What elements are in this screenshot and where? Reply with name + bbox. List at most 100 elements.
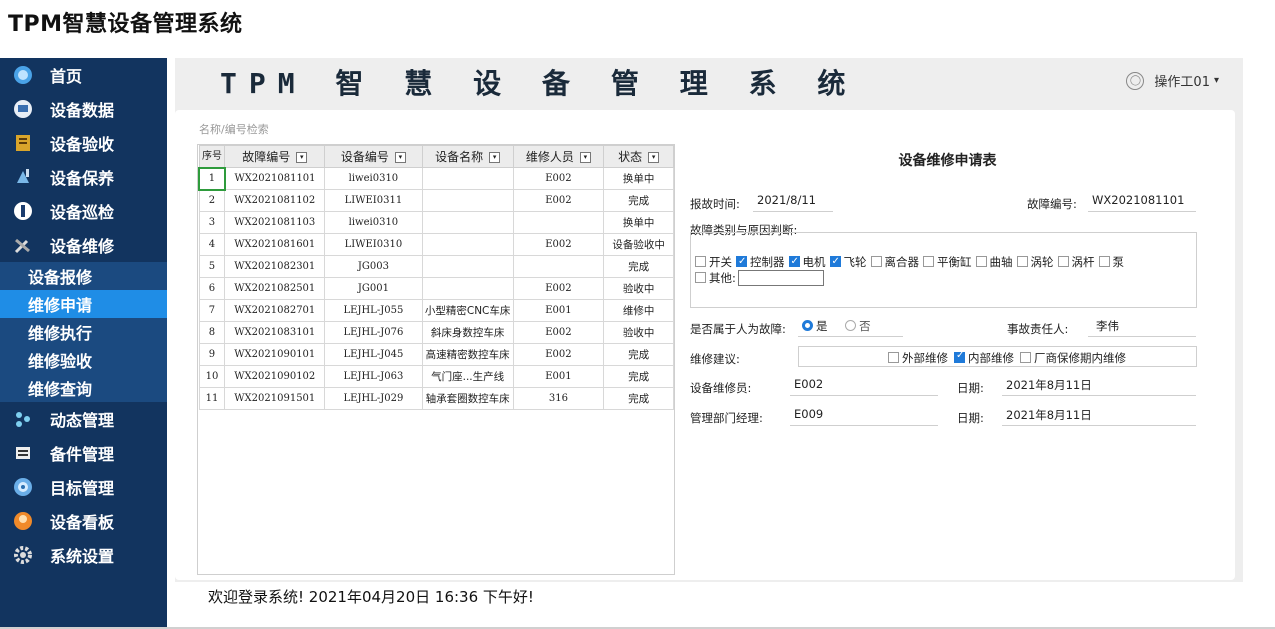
sidebar-sub-repair-query[interactable]: 维修查询 bbox=[0, 374, 167, 402]
fault-category-options: 开关控制器电机飞轮离合器平衡缸曲轴涡轮涡杆泵其他: bbox=[695, 254, 1195, 286]
sidebar-item-label: 系统设置 bbox=[50, 547, 115, 566]
table-cell: WX2021083101 bbox=[224, 321, 326, 344]
sidebar-sub-report[interactable]: 设备报修 bbox=[0, 262, 167, 290]
search-label[interactable]: 名称/编号检索 bbox=[199, 121, 269, 137]
checkbox[interactable] bbox=[788, 254, 800, 269]
sidebar-item-home[interactable]: 首页 bbox=[0, 58, 167, 92]
repairer-field[interactable]: E002 bbox=[790, 377, 938, 396]
responsible-field[interactable]: 李伟 bbox=[1088, 318, 1196, 337]
checkbox[interactable] bbox=[1020, 352, 1031, 363]
fault-category-option[interactable]: 离合器 bbox=[870, 255, 919, 269]
checkbox[interactable] bbox=[829, 254, 841, 269]
date2-field[interactable]: 2021年8月11日 bbox=[1002, 407, 1196, 426]
table-row[interactable]: 8 WX2021083101 LEJHL-J076 斜床身数控车床 E002 验收中 bbox=[198, 321, 674, 344]
table-cell: WX2021090102 bbox=[224, 365, 326, 388]
main-area: TPM 智 慧 设 备 管 理 系 统 ◯ 操作工01 ▾ 名称/编号检索 序号… bbox=[167, 58, 1275, 629]
filter-icon[interactable]: ▾ bbox=[296, 152, 308, 163]
table-cell: E002 bbox=[512, 321, 605, 344]
table-row[interactable]: 4 WX2021081601 LIWEI0310 E002 设备验收中 bbox=[198, 233, 674, 256]
table-row[interactable]: 11 WX2021091501 LEJHL-J029 轴承套圈数控车床 316 完成 bbox=[198, 387, 674, 410]
table-cell: 完成 bbox=[603, 255, 674, 278]
sidebar-sub-repair-execute[interactable]: 维修执行 bbox=[0, 318, 167, 346]
table-cell: LIWEI0310 bbox=[324, 233, 423, 256]
fault-category-option[interactable]: 电机 bbox=[788, 254, 826, 269]
table-cell bbox=[421, 167, 514, 190]
sidebar-item-spare-parts[interactable]: 备件管理 bbox=[0, 436, 167, 470]
fault-category-option[interactable]: 控制器 bbox=[736, 254, 785, 269]
col-header-status[interactable]: 状态 ▾ bbox=[603, 145, 674, 168]
filter-icon[interactable]: ▾ bbox=[648, 152, 660, 163]
suggestion-option[interactable]: 外部维修 bbox=[888, 351, 948, 365]
inspection-icon bbox=[12, 200, 34, 222]
table-cell: E002 bbox=[512, 277, 605, 300]
user-menu[interactable]: ◯ 操作工01 ▾ bbox=[1126, 71, 1219, 90]
suggestion-options: 外部维修内部维修厂商保修期内维修 bbox=[882, 350, 1126, 366]
sidebar-sub-repair-accept[interactable]: 维修验收 bbox=[0, 346, 167, 374]
fault-category-option[interactable]: 涡轮 bbox=[1016, 255, 1054, 269]
table-row[interactable]: 6 WX2021082501 JG001 E002 验收中 bbox=[198, 277, 674, 300]
manager-field[interactable]: E009 bbox=[790, 407, 938, 426]
fault-category-option[interactable]: 开关 bbox=[695, 255, 732, 269]
table-cell: LIWEI0311 bbox=[324, 189, 423, 212]
table-cell: LEJHL-J045 bbox=[324, 343, 423, 366]
checkbox[interactable] bbox=[1057, 256, 1069, 267]
col-header-fault-no[interactable]: 故障编号 ▾ bbox=[224, 145, 326, 168]
table-row[interactable]: 5 WX2021082301 JG003 完成 bbox=[198, 255, 674, 278]
human-no-radio[interactable] bbox=[845, 320, 857, 331]
checkbox[interactable] bbox=[736, 254, 747, 269]
dynamic-icon bbox=[12, 408, 34, 430]
checkbox[interactable] bbox=[888, 352, 899, 363]
fault-category-option[interactable]: 曲轴 bbox=[975, 255, 1013, 269]
date1-field[interactable]: 2021年8月11日 bbox=[1002, 377, 1196, 396]
sidebar-item-repair[interactable]: 设备维修 bbox=[0, 228, 167, 262]
checkbox[interactable] bbox=[870, 256, 882, 267]
checkbox[interactable] bbox=[1098, 256, 1110, 267]
sidebar-item-dynamic[interactable]: 动态管理 bbox=[0, 402, 167, 436]
human-fault-radio-group: 是 否 bbox=[798, 318, 903, 337]
fault-category-option[interactable]: 飞轮 bbox=[829, 254, 867, 269]
sidebar-item-maintenance[interactable]: 设备保养 bbox=[0, 160, 167, 194]
fault-no-field[interactable]: WX2021081101 bbox=[1088, 193, 1196, 212]
table-cell: WX2021082501 bbox=[224, 277, 326, 300]
checkbox[interactable] bbox=[954, 350, 965, 363]
checkbox[interactable] bbox=[695, 272, 706, 283]
col-header-index[interactable]: 序号 bbox=[198, 145, 226, 168]
human-yes-label: 是 bbox=[816, 319, 828, 333]
col-header-device-name[interactable]: 设备名称 ▾ bbox=[421, 145, 514, 168]
filter-icon[interactable]: ▾ bbox=[489, 152, 501, 163]
table-cell: 1 bbox=[198, 166, 226, 191]
checkbox[interactable] bbox=[975, 256, 987, 267]
table-row[interactable]: 10 WX2021090102 LEJHL-J063 气门座...生产线 E001 完成 bbox=[198, 365, 674, 388]
suggestion-option[interactable]: 内部维修 bbox=[954, 350, 1014, 365]
fault-category-option[interactable]: 涡杆 bbox=[1057, 255, 1095, 269]
table-row[interactable]: 3 WX2021081103 liwei0310 换单中 bbox=[198, 211, 674, 234]
fault-category-option[interactable]: 平衡缸 bbox=[923, 255, 972, 269]
checkbox[interactable] bbox=[1016, 256, 1028, 267]
sidebar-item-acceptance[interactable]: 设备验收 bbox=[0, 126, 167, 160]
table-row[interactable]: 9 WX2021090101 LEJHL-J045 高速精密数控车床 E002 完成 bbox=[198, 343, 674, 366]
table-row[interactable]: 7 WX2021082701 LEJHL-J055 小型精密CNC车床 E001 维修中 bbox=[198, 299, 674, 322]
col-header-repairer[interactable]: 维修人员 ▾ bbox=[512, 145, 605, 168]
human-yes-radio[interactable] bbox=[802, 320, 813, 331]
fault-category-option[interactable]: 泵 bbox=[1098, 255, 1124, 269]
sidebar-item-device-data[interactable]: 设备数据 bbox=[0, 92, 167, 126]
report-time-field[interactable]: 2021/8/11 bbox=[753, 193, 833, 212]
table-row[interactable]: 2 WX2021081102 LIWEI0311 E002 完成 bbox=[198, 189, 674, 212]
table-cell: 完成 bbox=[603, 189, 674, 212]
sidebar-item-inspection[interactable]: 设备巡检 bbox=[0, 194, 167, 228]
fault-no-label: 故障编号: bbox=[1027, 197, 1077, 211]
sidebar-item-target[interactable]: 目标管理 bbox=[0, 470, 167, 504]
filter-icon[interactable]: ▾ bbox=[579, 152, 591, 163]
filter-icon[interactable]: ▾ bbox=[394, 152, 406, 163]
sidebar-sub-repair-request[interactable]: 维修申请 bbox=[0, 290, 167, 318]
suggestion-option[interactable]: 厂商保修期内维修 bbox=[1020, 351, 1126, 365]
col-header-device-no[interactable]: 设备编号 ▾ bbox=[324, 145, 423, 168]
sidebar-item-label: 设备维修 bbox=[50, 237, 115, 256]
checkbox[interactable] bbox=[923, 256, 934, 267]
table-row[interactable]: 1 WX2021081101 liwei0310 E002 换单中 bbox=[198, 166, 674, 191]
checkbox[interactable] bbox=[695, 256, 706, 267]
sidebar-item-dashboard[interactable]: 设备看板 bbox=[0, 504, 167, 538]
sidebar-item-settings[interactable]: 系统设置 bbox=[0, 538, 167, 572]
banner-title: TPM 智 慧 设 备 管 理 系 统 bbox=[220, 67, 858, 100]
other-input[interactable] bbox=[737, 270, 824, 286]
